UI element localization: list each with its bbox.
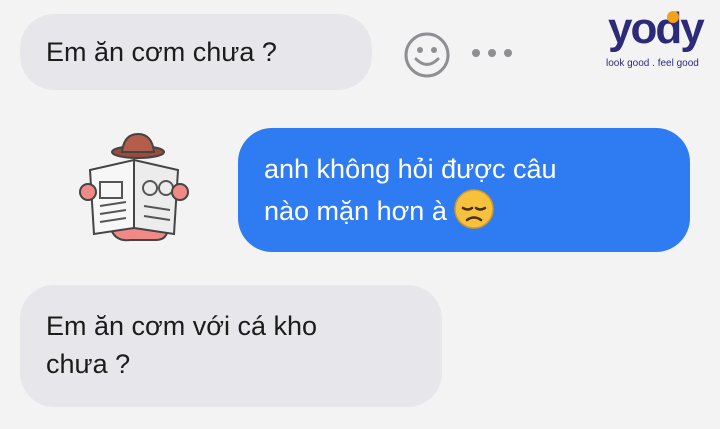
- brand-logo: yody look good . feel good: [604, 4, 716, 72]
- message-bubble-incoming[interactable]: Em ăn cơm chưa ?: [20, 14, 372, 90]
- message-line: chưa ?: [46, 349, 131, 379]
- disappointed-face-icon: [454, 189, 494, 229]
- logo-tagline: look good . feel good: [606, 58, 699, 69]
- newspaper-reader-sticker: [79, 132, 189, 242]
- message-bubble-outgoing[interactable]: anh không hỏi được câu nào mặn hơn à: [238, 128, 690, 252]
- message-line: anh không hỏi được câu: [264, 154, 557, 184]
- message-line: nào mặn hơn à: [264, 196, 447, 226]
- message-line-with-emoji: nào mặn hơn à: [264, 188, 690, 230]
- smiley-icon[interactable]: [402, 30, 452, 80]
- message-bubble-incoming[interactable]: Em ăn cơm với cá kho chưa ?: [20, 285, 442, 407]
- logo-wordmark: yody: [608, 4, 705, 53]
- more-dots-icon[interactable]: [470, 47, 514, 59]
- logo-accent-dot: [667, 11, 679, 23]
- message-line: Em ăn cơm với cá kho: [46, 311, 317, 341]
- message-text: Em ăn cơm chưa ?: [46, 37, 277, 67]
